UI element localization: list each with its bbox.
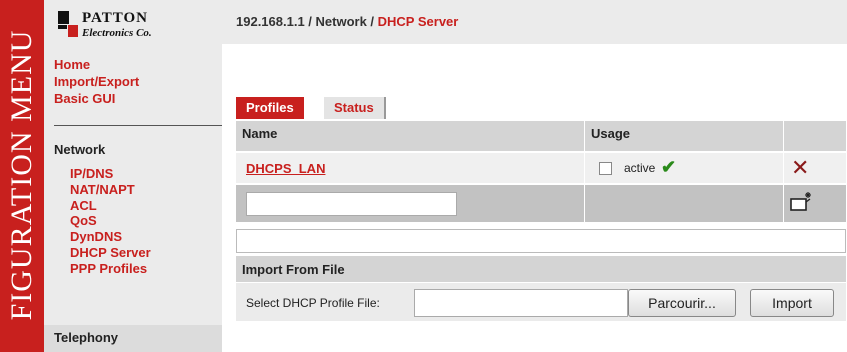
import-header-label: Import From File	[242, 262, 345, 277]
tab-status[interactable]: Status	[324, 97, 386, 119]
menu-acl[interactable]: ACL	[70, 198, 151, 214]
menu-divider	[54, 125, 222, 126]
breadcrumb: 192.168.1.1 / Network / DHCP Server	[236, 14, 458, 29]
breadcrumb-current: DHCP Server	[377, 14, 459, 29]
usage-label: active	[624, 161, 656, 175]
menu-ip-dns[interactable]: IP/DNS	[70, 166, 151, 182]
breadcrumb-bar: 192.168.1.1 / Network / DHCP Server	[222, 0, 847, 44]
active-checkbox[interactable]	[599, 162, 612, 175]
logo-mark-icon	[58, 11, 78, 39]
logo-text: PATTON	[82, 10, 149, 26]
menu-ppp-profiles[interactable]: PPP Profiles	[70, 261, 151, 277]
new-profile-icon[interactable]	[788, 190, 814, 214]
tab-profiles[interactable]: Profiles	[236, 97, 304, 119]
new-profile-row	[236, 185, 846, 222]
menu-nat-napt[interactable]: NAT/NAPT	[70, 182, 151, 198]
breadcrumb-path[interactable]: 192.168.1.1 / Network /	[236, 14, 378, 29]
logo-subtext: Electronics Co.	[82, 27, 152, 39]
import-button[interactable]: Import	[750, 289, 834, 317]
delete-icon[interactable]: ✕	[791, 155, 809, 181]
table-header-row: Name Usage	[236, 121, 846, 151]
import-section-header: Import From File	[236, 256, 846, 282]
import-row: Select DHCP Profile File: Parcourir... I…	[236, 283, 846, 321]
telephony-section-header[interactable]: Telephony	[54, 329, 222, 346]
sidebar: PATTON Electronics Co. Home Import/Expor…	[44, 0, 222, 352]
menu-dhcp-server[interactable]: DHCP Server	[70, 245, 151, 261]
column-header-name: Name	[242, 126, 278, 141]
menu-import-export[interactable]: Import/Export	[54, 73, 139, 90]
network-section-header[interactable]: Network	[54, 141, 222, 158]
file-path-input[interactable]	[414, 289, 628, 317]
profiles-table: Name Usage DHCPS_LAN active ✔ ✕ Import F…	[236, 121, 846, 352]
network-submenu: IP/DNS NAT/NAPT ACL QoS DynDNS DHCP Serv…	[70, 166, 151, 277]
spacer-row	[236, 229, 846, 253]
file-select-label: Select DHCP Profile File:	[246, 296, 380, 310]
menu-qos[interactable]: QoS	[70, 213, 151, 229]
new-profile-name-input[interactable]	[246, 192, 457, 216]
browse-button[interactable]: Parcourir...	[628, 289, 736, 317]
table-row: DHCPS_LAN active ✔ ✕	[236, 153, 846, 183]
menu-home[interactable]: Home	[54, 56, 139, 73]
patton-logo: PATTON Electronics Co.	[58, 8, 168, 48]
profile-name-link[interactable]: DHCPS_LAN	[246, 161, 325, 176]
menu-dyndns[interactable]: DynDNS	[70, 229, 151, 245]
column-header-usage: Usage	[591, 126, 631, 141]
top-links: Home Import/Export Basic GUI	[54, 56, 139, 107]
banner-text: FIGURATION MENU	[5, 29, 38, 321]
check-icon: ✔	[661, 157, 677, 177]
vertical-menu-banner: FIGURATION MENU	[0, 0, 44, 352]
menu-basic-gui[interactable]: Basic GUI	[54, 90, 139, 107]
